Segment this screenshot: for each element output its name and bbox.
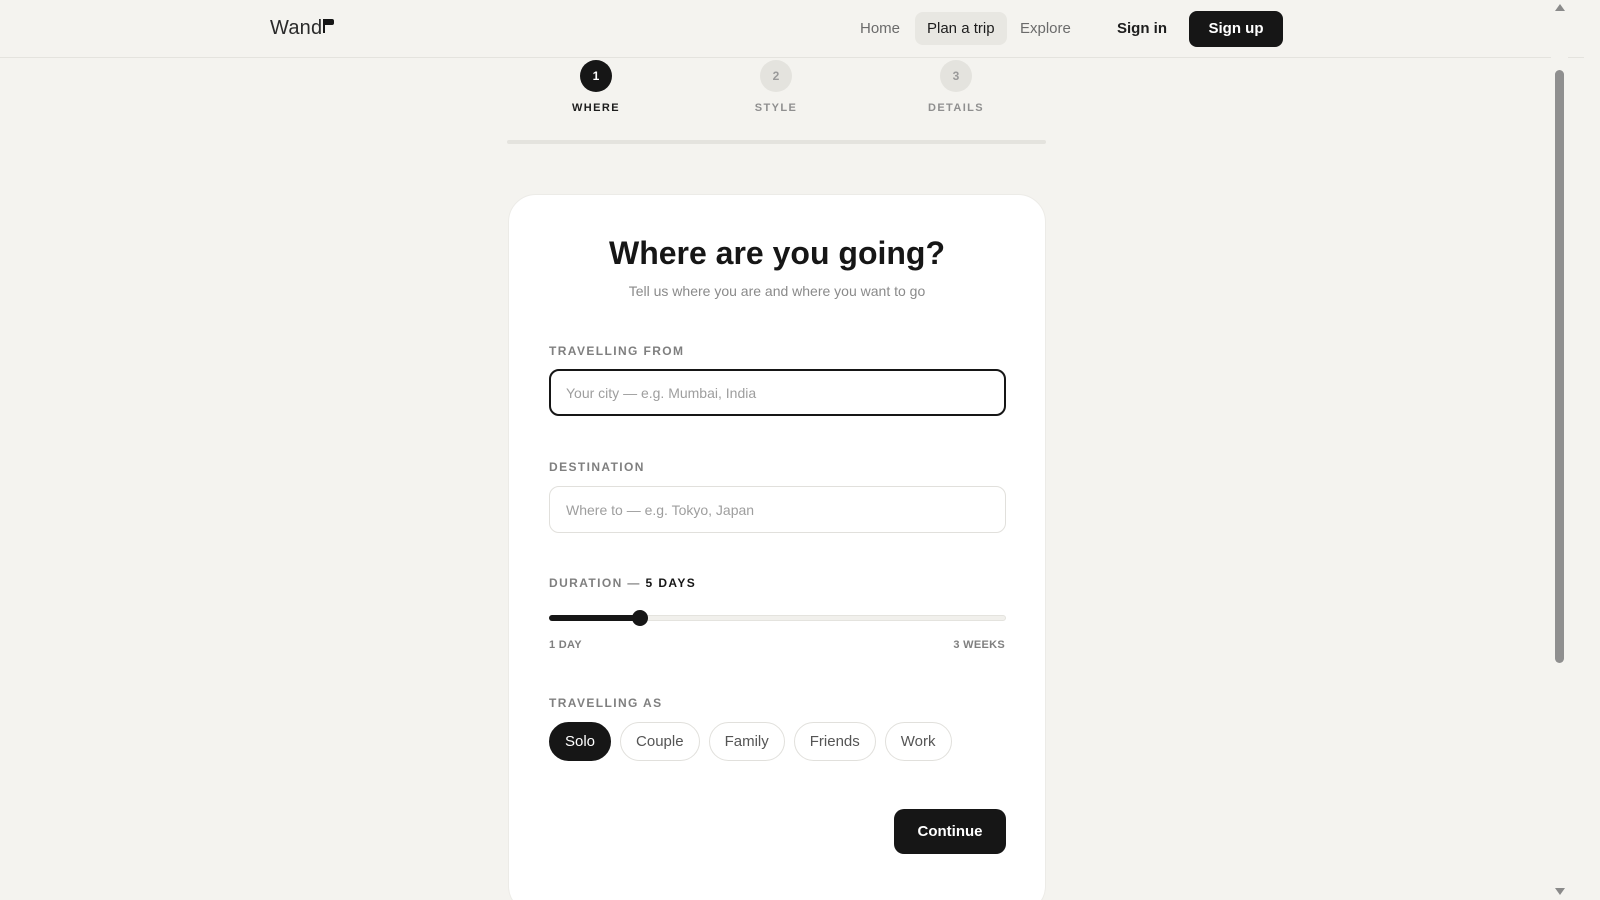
duration-label-text: DURATION — [549, 576, 646, 590]
travelling-from-label: TRAVELLING FROM [549, 344, 685, 358]
duration-max-label: 3 WEEKS [953, 639, 1005, 651]
nav-explore-link[interactable]: Explore [1008, 12, 1083, 45]
brand-name: Wand [270, 17, 323, 39]
brand-logo[interactable]: Wand [270, 17, 335, 40]
trip-form-card: Where are you going? Tell us where you a… [508, 194, 1046, 900]
scrollbar-thumb[interactable] [1555, 70, 1564, 663]
travelling-as-option-couple[interactable]: Couple [620, 722, 700, 761]
step-label: WHERE [572, 102, 620, 114]
step-number: 1 [580, 60, 612, 92]
step-details[interactable]: 3 DETAILS [896, 60, 1016, 114]
destination-label: DESTINATION [549, 460, 645, 474]
step-style[interactable]: 2 STYLE [716, 60, 836, 114]
nav-plan-a-trip-link[interactable]: Plan a trip [915, 12, 1007, 45]
destination-input[interactable] [549, 486, 1006, 533]
step-number: 2 [760, 60, 792, 92]
duration-slider[interactable] [549, 609, 1006, 627]
travelling-as-option-family[interactable]: Family [708, 722, 785, 761]
scroll-up-arrow-icon[interactable] [1555, 4, 1565, 11]
slider-thumb[interactable] [632, 610, 649, 626]
top-navigation-bar: Wand Home Plan a trip Explore Sign in Si… [0, 0, 1584, 58]
form-title: Where are you going? [608, 235, 946, 271]
page-scrollbar[interactable] [1551, 0, 1568, 900]
travelling-as-option-friends[interactable]: Friends [793, 722, 876, 761]
scroll-down-arrow-icon[interactable] [1555, 888, 1565, 895]
sign-up-button[interactable]: Sign up [1189, 11, 1283, 47]
form-subtitle: Tell us where you are and where you want… [628, 283, 926, 299]
travelling-as-options: Solo Couple Family Friends Work [549, 722, 961, 761]
step-progress-bar [507, 140, 1046, 144]
flag-icon [323, 19, 335, 33]
step-label: DETAILS [927, 102, 985, 114]
step-number: 3 [940, 60, 972, 92]
continue-button[interactable]: Continue [894, 809, 1006, 854]
travelling-as-option-solo[interactable]: Solo [549, 722, 612, 761]
step-where[interactable]: 1 WHERE [536, 60, 656, 114]
sign-in-link[interactable]: Sign in [1117, 12, 1167, 45]
travelling-from-input[interactable] [549, 369, 1006, 416]
duration-min-label: 1 DAY [549, 639, 582, 651]
step-label: STYLE [754, 102, 798, 114]
duration-label: DURATION — 5 DAYS [549, 576, 696, 590]
duration-value: 5 DAYS [645, 576, 697, 590]
travelling-as-option-work[interactable]: Work [884, 722, 952, 761]
slider-fill [549, 615, 641, 621]
travelling-as-label: TRAVELLING AS [549, 696, 663, 710]
nav-home-link[interactable]: Home [848, 12, 912, 45]
